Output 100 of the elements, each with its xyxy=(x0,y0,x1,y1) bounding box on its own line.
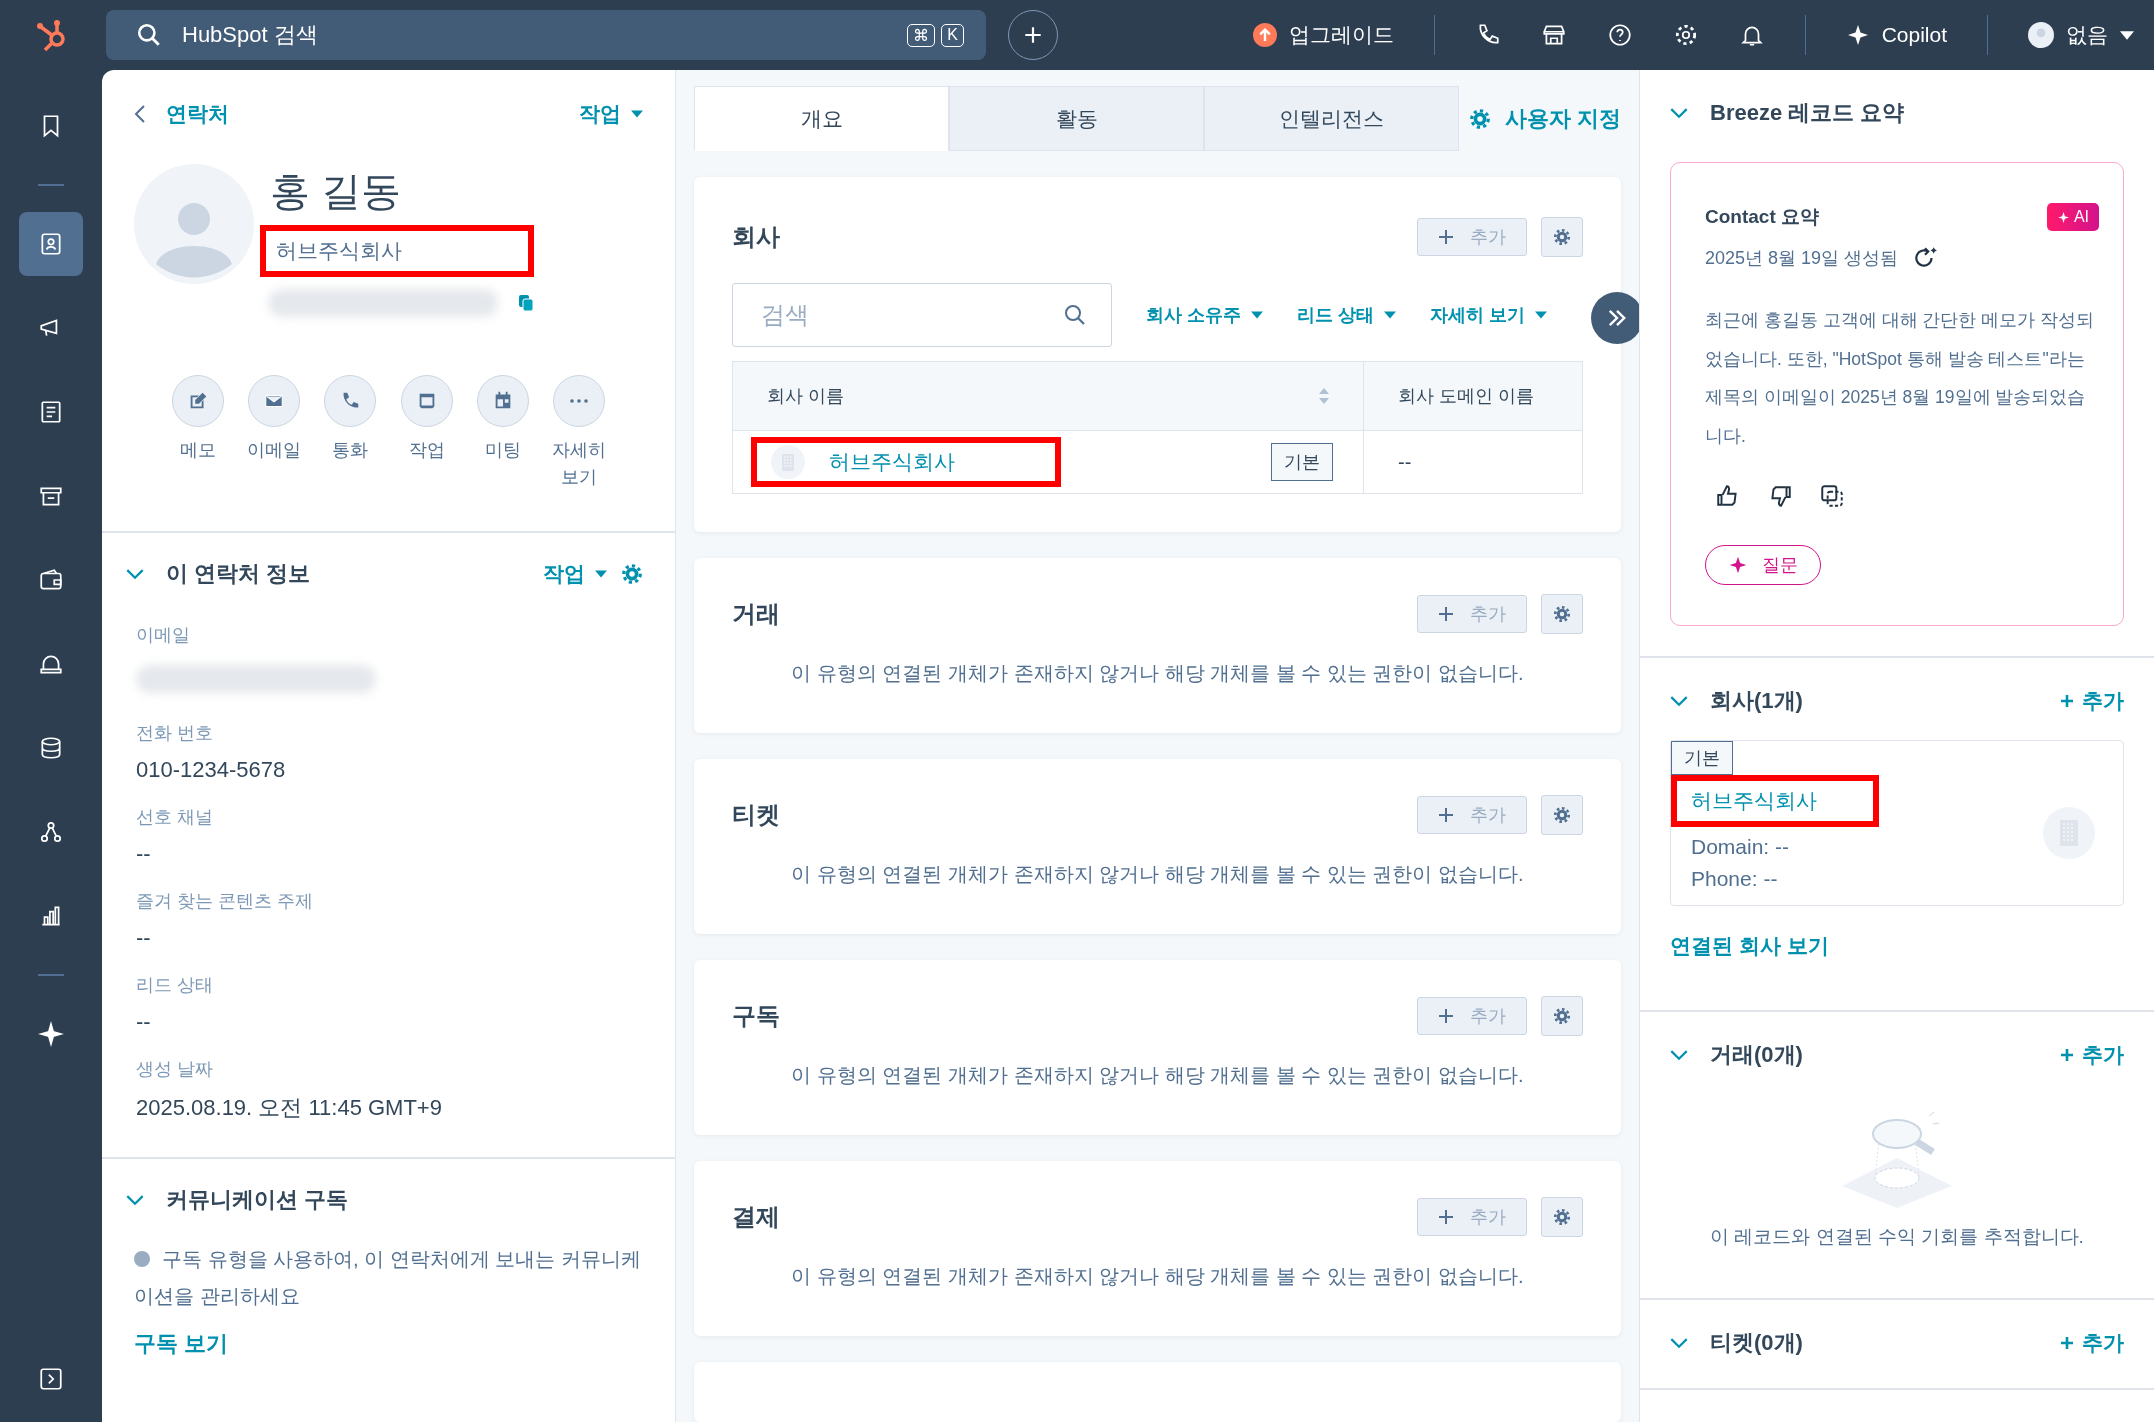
field-label: 선호 채널 xyxy=(136,806,214,829)
settings-icon xyxy=(1468,107,1491,130)
caret-icon xyxy=(1251,311,1263,319)
settings-button[interactable] xyxy=(1541,217,1583,257)
network-icon xyxy=(38,819,64,845)
card-title: 티켓 xyxy=(732,800,780,830)
contacts-icon xyxy=(38,231,64,257)
chevron-icon xyxy=(126,1194,144,1206)
section-toggle[interactable]: 커뮤니케이션 구독 xyxy=(126,1185,349,1215)
plus-icon xyxy=(2060,694,2074,708)
summary-title: Contact 요약 xyxy=(1705,205,1819,229)
column-header[interactable]: 회사 도메인 이름 xyxy=(1363,361,1583,431)
actions-dropdown[interactable]: 작업 xyxy=(579,100,643,128)
section-toggle[interactable]: 이 연락처 정보 xyxy=(126,559,311,589)
account-menu[interactable]: 없음 xyxy=(2028,21,2134,49)
plus-icon xyxy=(1022,24,1044,46)
building-icon xyxy=(2043,807,2095,859)
badge-label: AI xyxy=(2073,208,2089,226)
database-icon xyxy=(38,735,64,761)
company-phone: Phone: -- xyxy=(1690,867,1779,891)
document-icon xyxy=(38,399,64,425)
copy-icon[interactable] xyxy=(1819,483,1845,509)
field-value[interactable]: 2025.08.19. 오전 11:45 GMT+9 xyxy=(136,1093,643,1123)
actions-dropdown[interactable]: 작업 xyxy=(543,560,607,588)
activity-action[interactable]: 이메일 xyxy=(241,375,308,491)
tab[interactable]: 활동 xyxy=(949,86,1204,151)
section-toggle[interactable]: 티켓(0개) xyxy=(1670,1328,1803,1358)
tab[interactable]: 개요 xyxy=(694,86,949,151)
settings-button[interactable] xyxy=(1541,795,1583,835)
customize-button[interactable]: 사용자 지정 xyxy=(1468,86,1621,151)
settings-button[interactable] xyxy=(1541,996,1583,1036)
activity-action[interactable]: 통화 xyxy=(317,375,384,491)
company-domain: Domain: -- xyxy=(1690,835,1791,859)
generated-date: 2025년 8월 19일 생성됨 xyxy=(1705,247,1899,270)
tab[interactable]: 인텔리전스 xyxy=(1204,86,1459,151)
help-icon[interactable] xyxy=(1606,22,1633,48)
caret-icon xyxy=(1535,311,1548,319)
settings-icon xyxy=(1553,605,1571,623)
store-icon[interactable] xyxy=(1540,22,1567,48)
nav-item[interactable] xyxy=(19,212,83,276)
more-icon xyxy=(569,399,588,403)
upgrade-button[interactable]: 업그레이드 xyxy=(1252,21,1394,49)
back-link[interactable]: 연락처 xyxy=(134,100,229,128)
activity-action[interactable]: 작업 xyxy=(393,375,460,491)
field-value[interactable]: 010-1234-5678 xyxy=(136,757,643,783)
search-icon xyxy=(136,22,162,48)
empty-message: 이 유형의 연결된 개체가 존재하지 않거나 해당 개체를 볼 수 있는 권한이 없습니다. xyxy=(790,1063,1525,1088)
field-label: 리드 상태 xyxy=(136,974,214,997)
sparkle-icon xyxy=(38,1021,64,1047)
caret-icon xyxy=(1384,311,1397,319)
plus-icon xyxy=(1438,1209,1454,1225)
filter-dropdown[interactable]: 리드 상태 xyxy=(1297,303,1397,327)
field-label: 즐겨 찾는 콘텐츠 주제 xyxy=(136,890,314,913)
settings-icon xyxy=(1553,228,1571,246)
field-label: 생성 날짜 xyxy=(136,1058,214,1081)
empty-message: 이 레코드와 연결된 수익 기회를 추적합니다. xyxy=(1709,1225,2085,1249)
card-title: 회사 xyxy=(732,222,780,252)
section-toggle[interactable]: 거래(0개) xyxy=(1670,1040,1803,1070)
plus-icon xyxy=(1438,807,1454,823)
add-link[interactable]: 추가 xyxy=(2060,687,2124,715)
search-box[interactable]: 검색 xyxy=(732,283,1112,347)
chevron-icon xyxy=(1670,1337,1688,1349)
plus-icon xyxy=(1438,606,1454,622)
add-link[interactable]: 추가 xyxy=(2060,1041,2124,1069)
card-title: 구독 xyxy=(732,1001,780,1031)
settings-button[interactable] xyxy=(1541,1197,1583,1237)
field-value[interactable]: -- xyxy=(136,925,643,951)
create-button[interactable] xyxy=(1008,10,1058,60)
search-icon[interactable] xyxy=(1063,303,1087,327)
settings-button[interactable] xyxy=(1541,594,1583,634)
caret-icon xyxy=(631,110,643,118)
field-value[interactable]: -- xyxy=(136,841,643,867)
search-bar[interactable]: HubSpot 검색 ⌘ K xyxy=(106,10,986,60)
activity-action[interactable]: 미팅 xyxy=(469,375,536,491)
column-header[interactable]: 회사 이름 xyxy=(767,384,844,408)
plus-icon xyxy=(1438,229,1454,245)
summary-text: 최근에 홍길동 고객에 대해 간단한 메모가 작성되었습니다. 또한, "HotSpot 통해 발송 테스트"라는 제목의 이메일이 2025년 8월 19일에 발송되었습니다. xyxy=(1705,309,2096,448)
add-link[interactable]: 추가 xyxy=(2060,1329,2124,1357)
field-label: 전화 번호 xyxy=(136,722,214,745)
filter-dropdown[interactable]: 자세히 보기 xyxy=(1430,303,1548,327)
search-input[interactable]: HubSpot 검색 xyxy=(180,21,890,49)
card-title: 거래 xyxy=(732,599,780,629)
caret-icon xyxy=(595,570,607,578)
filter-dropdown[interactable]: 회사 소유주 xyxy=(1146,303,1263,327)
card-title: 결제 xyxy=(732,1202,780,1232)
plus-icon xyxy=(1438,1008,1454,1024)
activity-action[interactable]: 메모 xyxy=(165,375,232,491)
avatar-icon xyxy=(2028,22,2054,48)
plus-icon xyxy=(2060,1048,2074,1062)
copilot-button[interactable]: Copilot xyxy=(1845,23,1947,47)
section-toggle[interactable]: 회사(1개) xyxy=(1670,686,1803,716)
view-subscriptions-link[interactable]: 구독 보기 xyxy=(134,1331,229,1356)
settings-icon xyxy=(1553,806,1571,824)
activity-action[interactable]: 자세히 보기 xyxy=(545,375,612,491)
section-toggle[interactable]: Breeze 레코드 요약 xyxy=(1670,98,1905,128)
expand-sidebar-icon[interactable] xyxy=(38,1366,64,1392)
caret-icon xyxy=(2120,30,2134,40)
view-companies-link[interactable]: 연결된 회사 보기 xyxy=(1670,932,1829,960)
field-value[interactable]: -- xyxy=(136,1009,643,1035)
empty-message: 이 유형의 연결된 개체가 존재하지 않거나 해당 개체를 볼 수 있는 권한이 없습니다. xyxy=(790,1264,1525,1289)
